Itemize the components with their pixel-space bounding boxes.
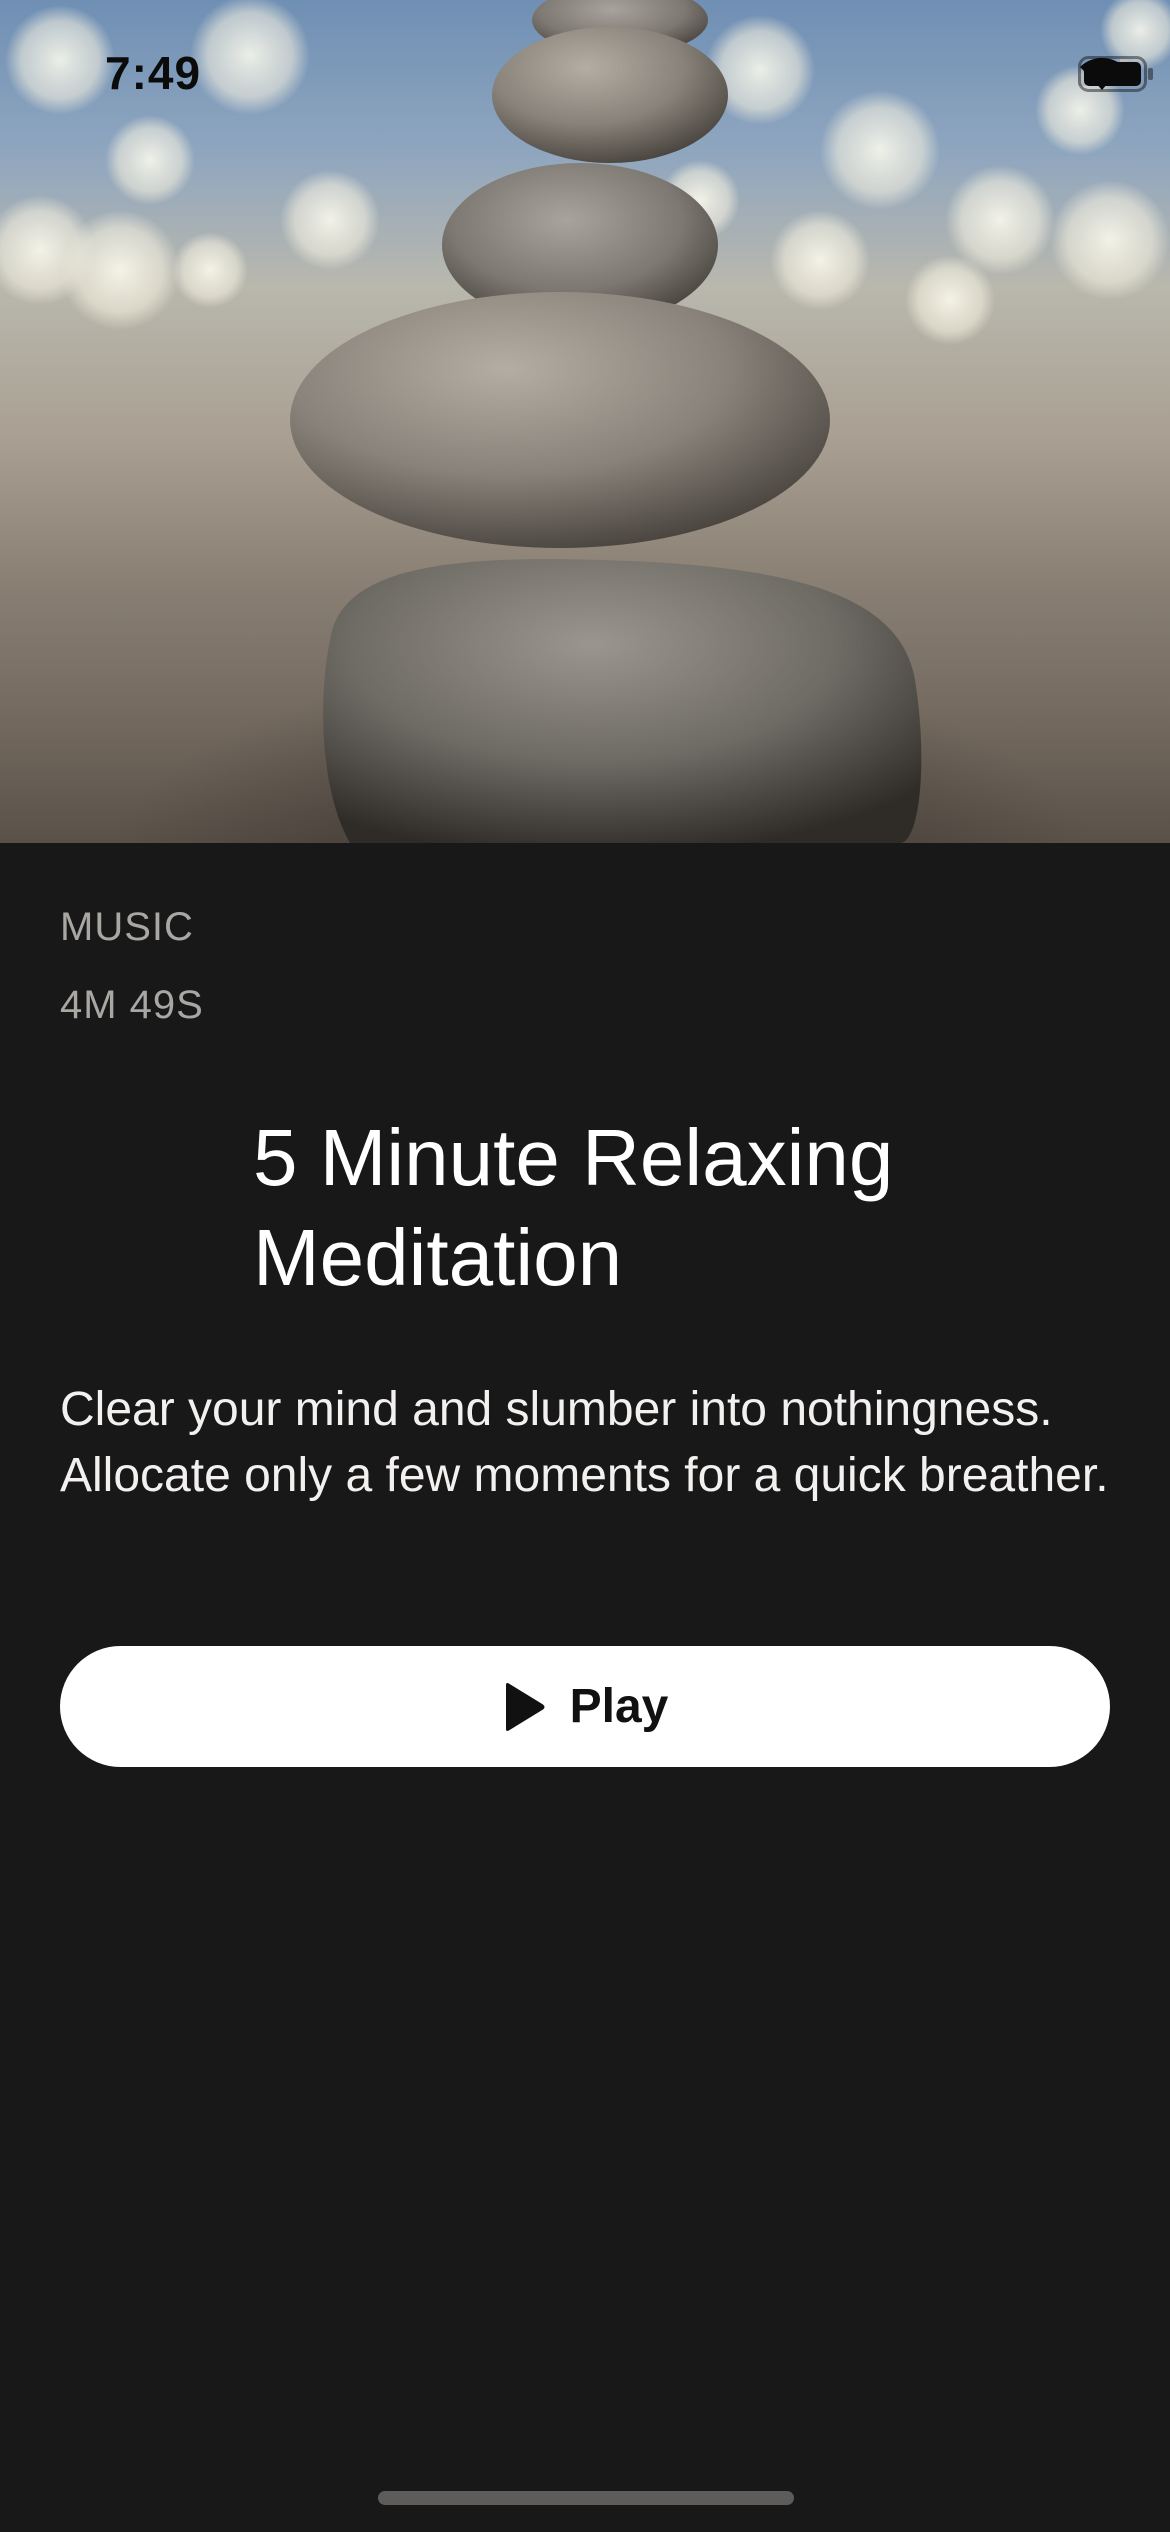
play-button-label: Play [569, 1680, 669, 1733]
status-icons [1078, 56, 1153, 96]
duration-label: 4M 49S [60, 983, 204, 1027]
status-bar: 7:49 [0, 0, 1170, 140]
status-time: 7:49 [105, 47, 202, 99]
meditation-detail-screen: 7:49 MUSIC 4M 49S 5 Minute Relaxing Medi… [0, 0, 1170, 2532]
category-label: MUSIC [60, 905, 194, 949]
play-button[interactable]: Play [60, 1646, 1110, 1767]
track-title: 5 Minute Relaxing Meditation [253, 1113, 894, 1302]
play-icon [502, 1682, 546, 1732]
track-details: MUSIC 4M 49S 5 Minute Relaxing Meditatio… [0, 843, 1170, 2532]
hero-image: 7:49 [0, 0, 1170, 843]
track-description: Clear your mind and slumber into nothing… [60, 1383, 1109, 1502]
home-indicator[interactable] [378, 2491, 794, 2505]
